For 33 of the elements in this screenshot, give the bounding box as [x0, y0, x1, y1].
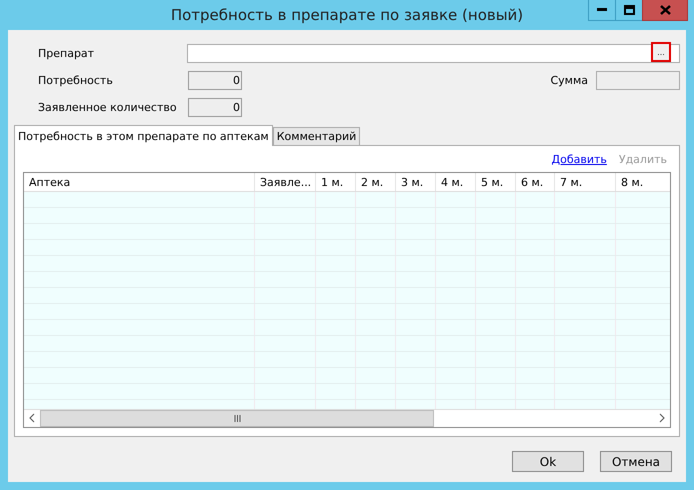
column-header[interactable]: 7 м.	[555, 173, 616, 191]
browse-button[interactable]: ...	[651, 42, 671, 62]
scrollbar-thumb[interactable]	[40, 410, 434, 427]
minimize-button[interactable]	[588, 0, 616, 21]
maximize-icon	[624, 5, 634, 15]
column-header[interactable]: 3 м.	[396, 173, 436, 191]
field-label: Препарат	[38, 47, 96, 60]
dialog-button[interactable]: Ok	[512, 451, 584, 472]
number-field[interactable]: 0	[188, 98, 242, 117]
close-icon	[660, 5, 670, 15]
grip-icon	[234, 415, 240, 422]
column-header[interactable]: Аптека	[24, 173, 255, 191]
column-header[interactable]: Заявле...	[255, 173, 316, 191]
column-header[interactable]: 5 м.	[476, 173, 516, 191]
column-header[interactable]: 2 м.	[356, 173, 396, 191]
sum-field[interactable]	[596, 71, 680, 90]
number-field[interactable]: 0	[188, 71, 242, 90]
action-link[interactable]: Добавить	[552, 152, 607, 166]
close-button[interactable]	[642, 0, 688, 21]
window-title: Потребность в препарате по заявке (новый)	[170, 6, 524, 24]
dialog-button[interactable]: Отмена	[600, 451, 672, 472]
column-header[interactable]: 8 м.	[616, 173, 670, 191]
field-label: Заявленное количество	[38, 101, 178, 114]
column-header[interactable]: 1 м.	[316, 173, 356, 191]
column-header[interactable]: 6 м.	[516, 173, 555, 191]
field-label: Сумма	[550, 74, 588, 87]
tab[interactable]: Комментарий	[272, 127, 360, 145]
column-header[interactable]: 4 м.	[436, 173, 476, 191]
horizontal-scrollbar[interactable]	[24, 409, 670, 427]
tab[interactable]: Потребность в этом препарате по аптекам	[14, 125, 273, 146]
lookup-field[interactable]: ...	[186, 44, 680, 63]
field-label: Потребность	[38, 74, 114, 87]
minimize-icon	[597, 8, 607, 12]
